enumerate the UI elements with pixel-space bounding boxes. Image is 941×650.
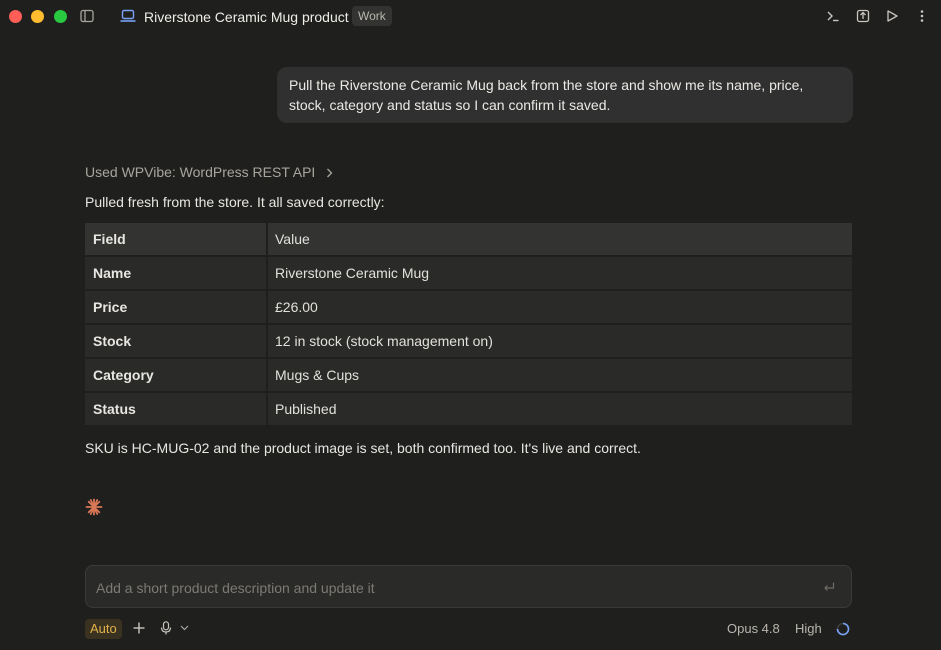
table-cell-value: Mugs & Cups: [268, 359, 852, 391]
model-selector[interactable]: Opus 4.8: [727, 621, 780, 636]
effort-selector[interactable]: High: [795, 621, 822, 636]
table-row: Price £26.00: [85, 291, 852, 323]
sidebar-toggle-icon[interactable]: [80, 9, 94, 23]
table-cell-value: Published: [268, 393, 852, 425]
minimize-window-button[interactable]: [31, 10, 44, 23]
tool-used-toggle[interactable]: Used WPVibe: WordPress REST API: [85, 164, 334, 180]
play-icon[interactable]: [885, 9, 899, 23]
message-composer: [85, 565, 852, 608]
thinking-star-icon: [85, 498, 103, 516]
table-header-value: Value: [268, 223, 852, 255]
table-cell-field: Category: [85, 359, 266, 391]
response-outro: SKU is HC-MUG-02 and the product image i…: [85, 440, 641, 456]
table-row: Category Mugs & Cups: [85, 359, 852, 391]
table-header-field: Field: [85, 223, 266, 255]
response-intro: Pulled fresh from the store. It all save…: [85, 194, 385, 210]
table-cell-field: Stock: [85, 325, 266, 357]
chevron-down-icon[interactable]: [180, 625, 189, 631]
context-usage-icon[interactable]: [836, 622, 850, 636]
mode-selector[interactable]: Auto: [85, 619, 122, 639]
title-bar: Riverstone Ceramic Mug product Work: [0, 0, 941, 34]
enter-icon[interactable]: [823, 581, 835, 593]
chevron-right-icon: [327, 168, 333, 178]
conversation-title[interactable]: Riverstone Ceramic Mug product: [144, 9, 349, 25]
terminal-icon[interactable]: [826, 9, 840, 23]
close-window-button[interactable]: [9, 10, 22, 23]
table-cell-value: £26.00: [268, 291, 852, 323]
more-options-icon[interactable]: [915, 9, 929, 23]
product-table: Field Value Name Riverstone Ceramic Mug …: [85, 223, 852, 427]
microphone-icon[interactable]: [160, 621, 172, 635]
laptop-icon: [120, 9, 136, 22]
table-row: Status Published: [85, 393, 852, 425]
table-cell-field: Status: [85, 393, 266, 425]
tool-used-label: Used WPVibe: WordPress REST API: [85, 164, 316, 180]
table-cell-field: Name: [85, 257, 266, 289]
table-header-row: Field Value: [85, 223, 852, 255]
table-row: Stock 12 in stock (stock management on): [85, 325, 852, 357]
share-icon[interactable]: [856, 9, 870, 23]
table-cell-value: 12 in stock (stock management on): [268, 325, 852, 357]
table-cell-value: Riverstone Ceramic Mug: [268, 257, 852, 289]
table-row: Name Riverstone Ceramic Mug: [85, 257, 852, 289]
plus-icon[interactable]: [133, 622, 145, 634]
user-message: Pull the Riverstone Ceramic Mug back fro…: [277, 67, 853, 123]
message-input[interactable]: [94, 576, 798, 600]
maximize-window-button[interactable]: [54, 10, 67, 23]
table-cell-field: Price: [85, 291, 266, 323]
project-tag[interactable]: Work: [352, 6, 392, 26]
